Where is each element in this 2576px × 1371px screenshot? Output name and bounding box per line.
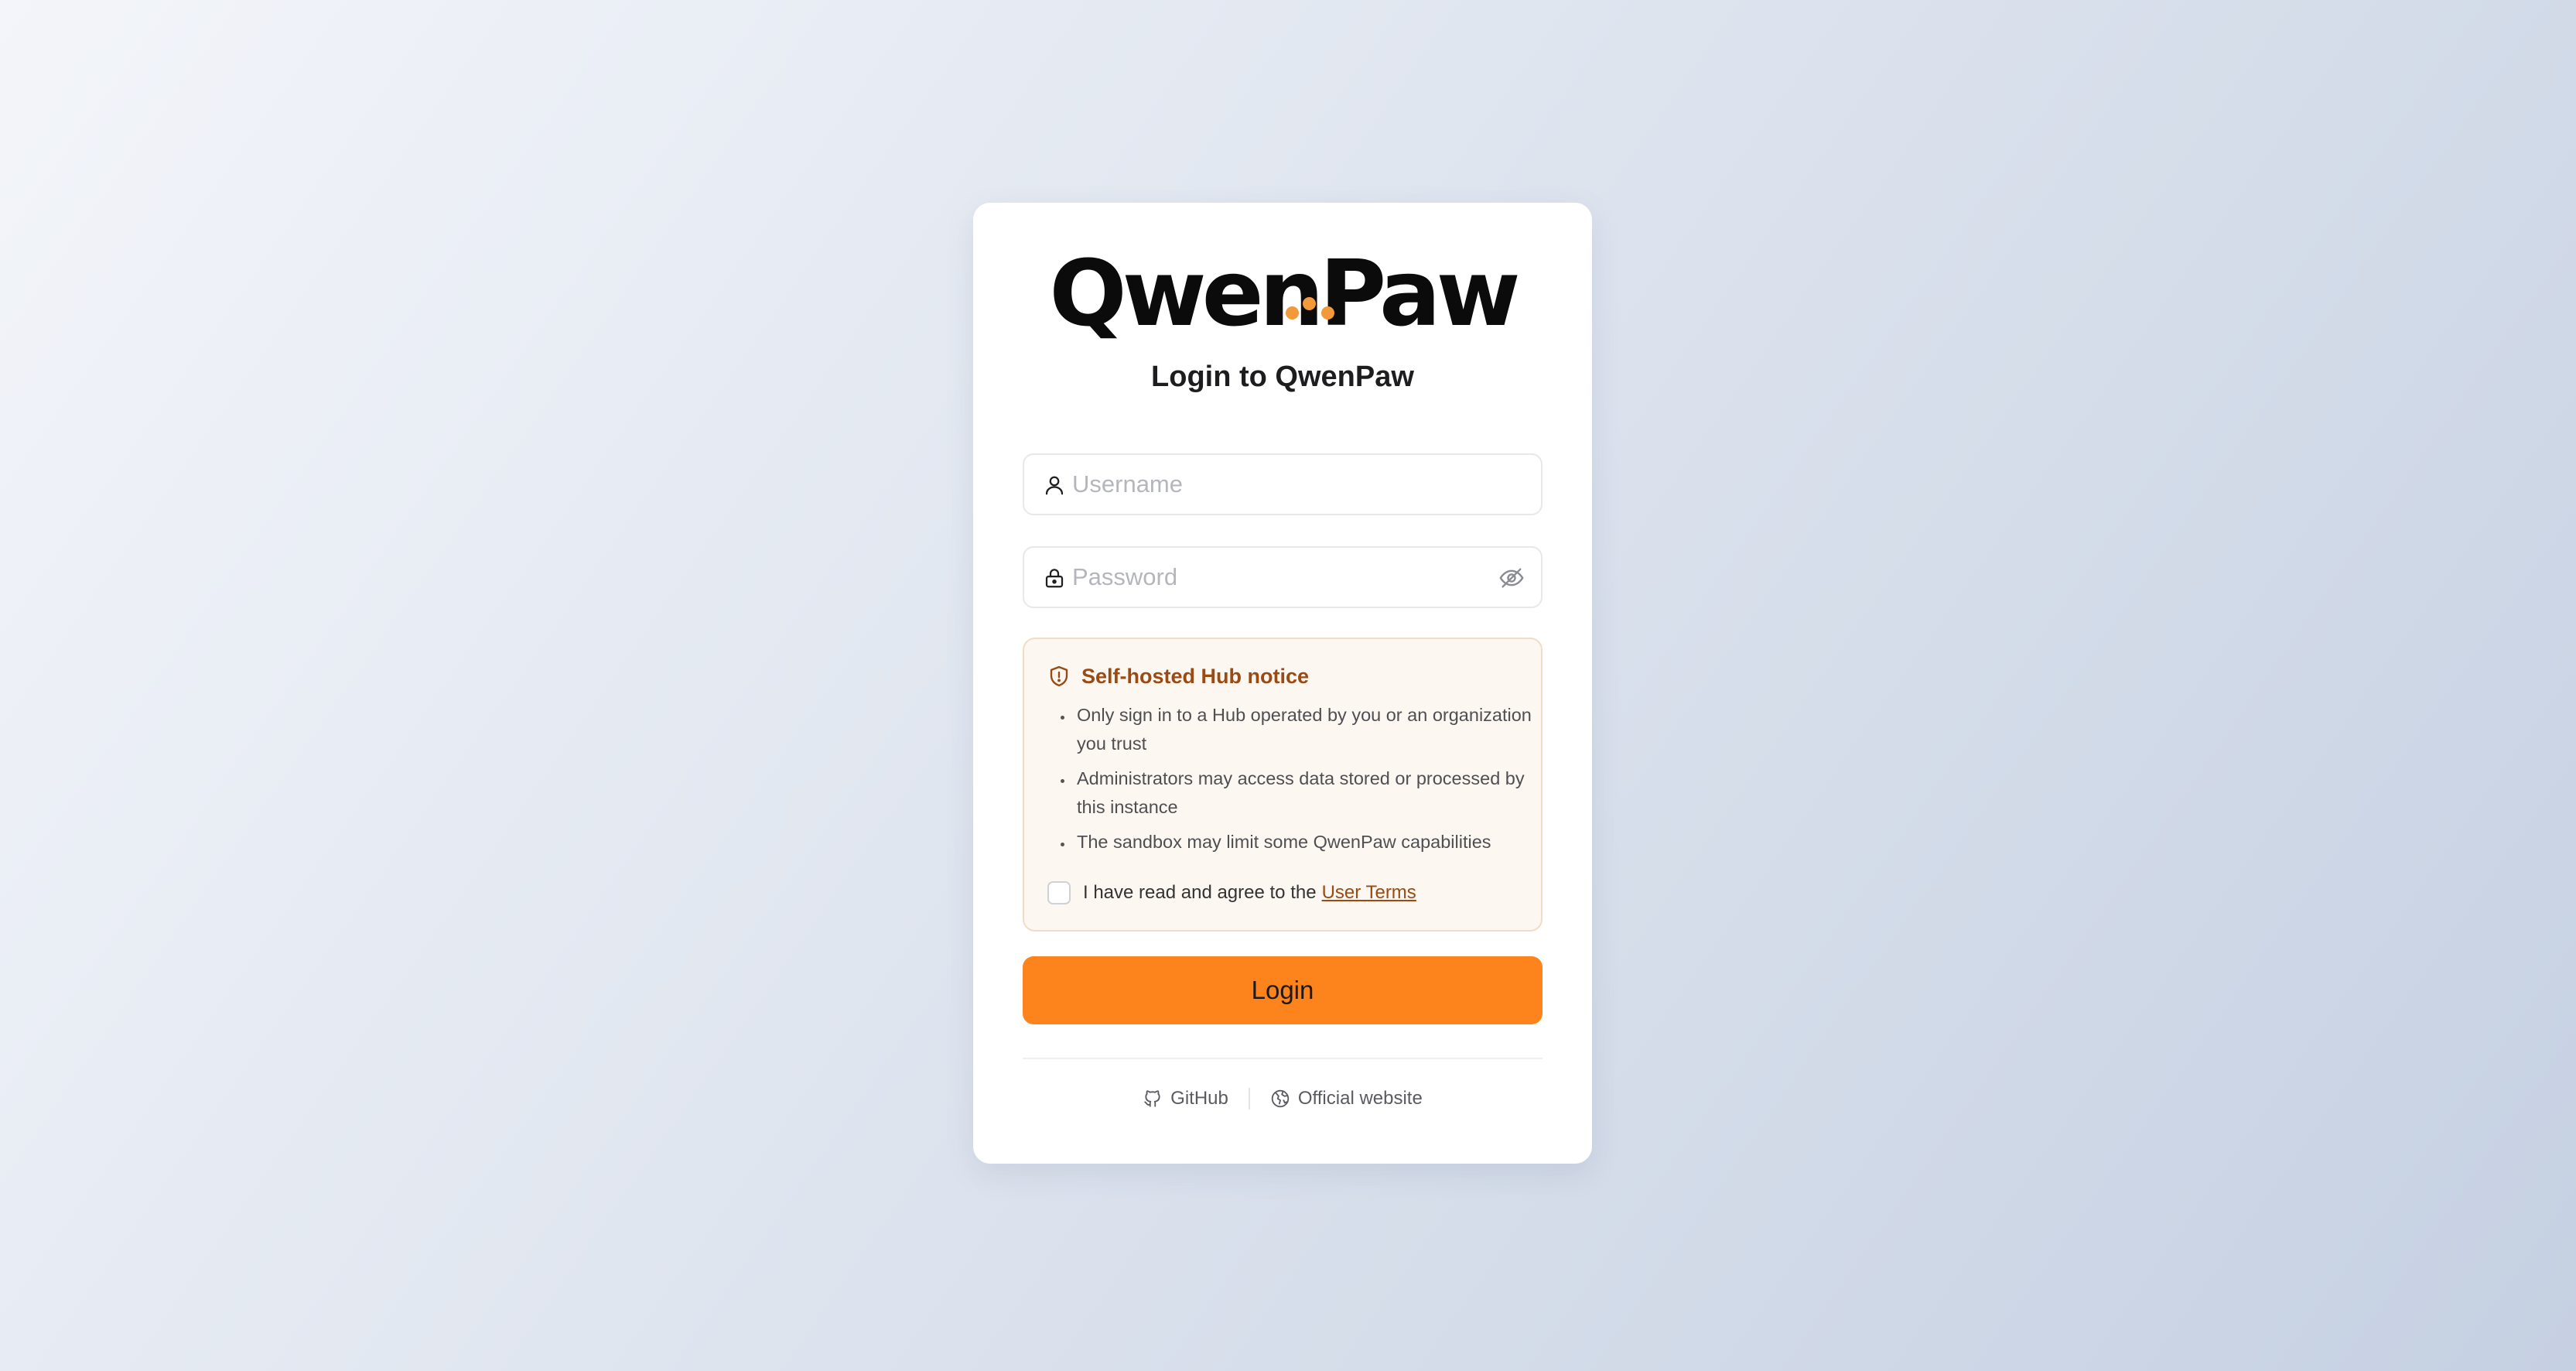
user-terms-link[interactable]: User Terms bbox=[1322, 882, 1416, 904]
agree-label: I have read and agree to the bbox=[1083, 882, 1317, 903]
notice-item: The sandbox may limit some QwenPaw capab… bbox=[1074, 828, 1546, 856]
login-card: QwenPaw Login to QwenPaw Username Self-h… bbox=[973, 203, 1592, 1164]
logo: QwenPaw bbox=[973, 243, 1592, 344]
footer-separator bbox=[1248, 1088, 1250, 1109]
notice-title: Self-hosted Hub notice bbox=[1081, 664, 1310, 688]
agree-checkbox[interactable] bbox=[1047, 881, 1071, 904]
eye-off-icon[interactable] bbox=[1498, 565, 1525, 591]
hub-notice: Self-hosted Hub notice Only sign in to a… bbox=[1023, 638, 1543, 932]
user-icon bbox=[1045, 476, 1064, 495]
username-input[interactable] bbox=[1072, 463, 1490, 506]
password-field[interactable] bbox=[1023, 546, 1543, 608]
shield-alert-icon bbox=[1050, 665, 1068, 687]
password-input[interactable] bbox=[1072, 556, 1490, 599]
official-website-link[interactable]: Official website bbox=[1270, 1088, 1423, 1109]
official-website-label: Official website bbox=[1297, 1088, 1423, 1109]
footer-links: GitHub Official website bbox=[973, 1083, 1592, 1114]
page-title: Login to QwenPaw bbox=[1151, 361, 1414, 393]
github-label: GitHub bbox=[1170, 1088, 1228, 1109]
divider bbox=[1023, 1058, 1543, 1059]
username-field[interactable] bbox=[1023, 453, 1543, 515]
notice-header: Self-hosted Hub notice bbox=[1047, 662, 1309, 690]
github-icon bbox=[1144, 1090, 1160, 1107]
login-button[interactable]: Login bbox=[1023, 956, 1543, 1024]
notice-list: Only sign in to a Hub operated by you or… bbox=[1054, 701, 1546, 863]
github-link[interactable]: GitHub bbox=[1143, 1088, 1228, 1109]
lock-icon bbox=[1045, 569, 1064, 588]
notice-item: Only sign in to a Hub operated by you or… bbox=[1074, 701, 1546, 758]
globe-icon bbox=[1271, 1089, 1290, 1108]
agree-row: I have read and agree to the User Terms bbox=[1047, 879, 1416, 907]
notice-item: Administrators may access data stored or… bbox=[1074, 764, 1546, 822]
logo-text: QwenPaw bbox=[1049, 240, 1520, 347]
paw-dots-icon bbox=[1286, 296, 1341, 327]
